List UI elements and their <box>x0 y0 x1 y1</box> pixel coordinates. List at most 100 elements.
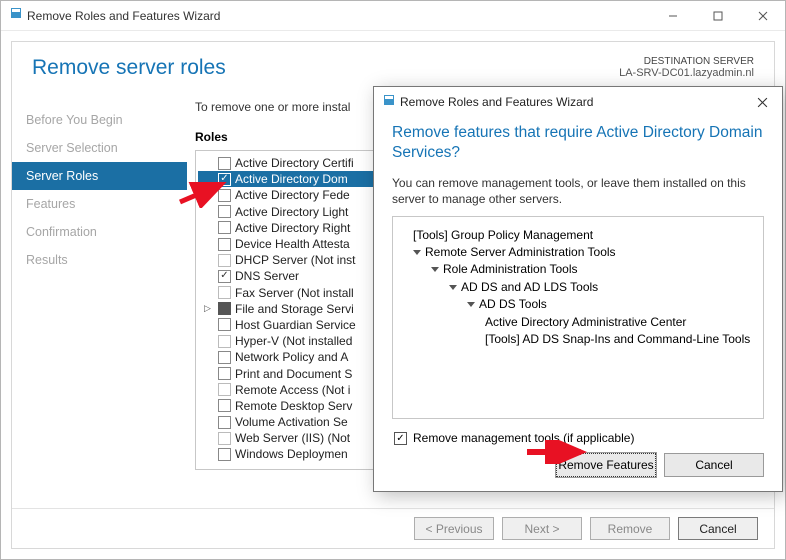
checkbox-icon[interactable] <box>218 286 231 299</box>
tree-item[interactable]: [Tools] AD DS Snap-Ins and Command-Line … <box>403 331 753 348</box>
checkbox-icon[interactable] <box>218 399 231 412</box>
sidebar-item[interactable]: Results <box>12 246 187 274</box>
role-item[interactable]: Print and Document S <box>198 365 387 381</box>
checkbox-icon[interactable] <box>218 302 231 315</box>
role-item[interactable]: Windows Deploymen <box>198 446 387 462</box>
checkbox-icon[interactable] <box>218 432 231 445</box>
tree-item[interactable]: AD DS and AD LDS Tools <box>403 279 753 296</box>
close-button[interactable] <box>740 1 785 30</box>
role-label: Host Guardian Service <box>235 318 356 332</box>
role-item[interactable]: Hyper-V (Not installed <box>198 333 387 349</box>
next-button[interactable]: Next > <box>502 517 582 540</box>
role-item[interactable]: Web Server (IIS) (Not <box>198 430 387 446</box>
cancel-button[interactable]: Cancel <box>678 517 758 540</box>
role-label: Print and Document S <box>235 367 352 381</box>
role-label: Windows Deploymen <box>235 447 348 461</box>
checkbox-icon: ✓ <box>394 432 407 445</box>
role-label: DNS Server <box>235 269 299 283</box>
remove-tools-checkbox[interactable]: ✓ Remove management tools (if applicable… <box>392 419 764 453</box>
tree-item[interactable]: [Tools] Group Policy Management <box>403 227 753 244</box>
checkbox-icon[interactable] <box>218 318 231 331</box>
dialog-close-button[interactable] <box>742 87 782 117</box>
dialog-paragraph: You can remove management tools, or leav… <box>392 175 764 207</box>
role-item[interactable]: Active Directory Right <box>198 220 387 236</box>
minimize-button[interactable] <box>650 1 695 30</box>
checkbox-icon[interactable] <box>218 448 231 461</box>
app-icon <box>9 6 23 25</box>
previous-button[interactable]: < Previous <box>414 517 494 540</box>
role-item[interactable]: Remote Desktop Serv <box>198 398 387 414</box>
role-item[interactable]: Active Directory Fede <box>198 187 387 203</box>
dialog-cancel-button[interactable]: Cancel <box>664 453 764 477</box>
role-label: Active Directory Certifi <box>235 156 354 170</box>
checkbox-icon[interactable] <box>218 416 231 429</box>
role-label: Web Server (IIS) (Not <box>235 431 350 445</box>
sidebar-item[interactable]: Before You Begin <box>12 106 187 134</box>
tree-item[interactable]: Remote Server Administration Tools <box>403 244 753 261</box>
remove-button[interactable]: Remove <box>590 517 670 540</box>
remove-features-button[interactable]: Remove Features <box>556 453 656 477</box>
maximize-button[interactable] <box>695 1 740 30</box>
checkbox-icon[interactable]: ✓ <box>218 270 231 283</box>
role-item[interactable]: ✓ Active Directory Dom <box>198 171 387 187</box>
role-label: File and Storage Servi <box>235 302 354 316</box>
tree-item[interactable]: Role Administration Tools <box>403 261 753 278</box>
role-item[interactable]: Volume Activation Se <box>198 414 387 430</box>
role-item[interactable]: ▷ File and Storage Servi <box>198 301 387 317</box>
title-bar: Remove Roles and Features Wizard <box>1 1 785 31</box>
role-item[interactable]: ✓ DNS Server <box>198 268 387 284</box>
sidebar-item[interactable]: Server Roles <box>12 162 187 190</box>
sidebar-item[interactable]: Confirmation <box>12 218 187 246</box>
features-tree[interactable]: [Tools] Group Policy ManagementRemote Se… <box>392 216 764 419</box>
caret-down-icon <box>431 267 439 272</box>
role-label: Volume Activation Se <box>235 415 348 429</box>
tree-item[interactable]: AD DS Tools <box>403 296 753 313</box>
checkbox-icon[interactable] <box>218 238 231 251</box>
role-item[interactable]: Remote Access (Not i <box>198 382 387 398</box>
role-label: Network Policy and A <box>235 350 348 364</box>
tree-item[interactable]: Active Directory Administrative Center <box>403 314 753 331</box>
role-label: Active Directory Right <box>235 221 350 235</box>
page-title: Remove server roles <box>32 56 226 80</box>
role-label: Fax Server (Not install <box>235 286 354 300</box>
role-item[interactable]: DHCP Server (Not inst <box>198 252 387 268</box>
sidebar-item[interactable]: Features <box>12 190 187 218</box>
checkbox-icon[interactable] <box>218 189 231 202</box>
role-label: DHCP Server (Not inst <box>235 253 355 267</box>
dialog-title-bar: Remove Roles and Features Wizard <box>374 87 782 117</box>
checkbox-icon[interactable] <box>218 367 231 380</box>
role-label: Remote Desktop Serv <box>235 399 352 413</box>
checkbox-icon[interactable] <box>218 157 231 170</box>
window-title: Remove Roles and Features Wizard <box>27 9 220 23</box>
caret-down-icon <box>413 250 421 255</box>
checkbox-icon[interactable] <box>218 351 231 364</box>
role-label: Active Directory Light <box>235 205 348 219</box>
role-item[interactable]: Device Health Attesta <box>198 236 387 252</box>
role-item[interactable]: Active Directory Light <box>198 204 387 220</box>
sidebar: Before You BeginServer SelectionServer R… <box>12 100 187 508</box>
caret-down-icon <box>449 285 457 290</box>
expand-icon[interactable]: ▷ <box>204 303 214 314</box>
checkbox-icon[interactable] <box>218 335 231 348</box>
checkbox-icon[interactable] <box>218 221 231 234</box>
role-label: Hyper-V (Not installed <box>235 334 352 348</box>
sidebar-item[interactable]: Server Selection <box>12 134 187 162</box>
remove-features-dialog: Remove Roles and Features Wizard Remove … <box>373 86 783 492</box>
checkbox-icon[interactable] <box>218 205 231 218</box>
checkbox-icon[interactable]: ✓ <box>218 173 231 186</box>
role-item[interactable]: Fax Server (Not install <box>198 285 387 301</box>
role-label: Remote Access (Not i <box>235 383 350 397</box>
dialog-app-icon <box>382 93 396 112</box>
role-label: Active Directory Fede <box>235 188 350 202</box>
role-item[interactable]: Host Guardian Service <box>198 317 387 333</box>
role-label: Device Health Attesta <box>235 237 350 251</box>
dialog-title: Remove Roles and Features Wizard <box>400 95 593 109</box>
role-item[interactable]: Active Directory Certifi <box>198 155 387 171</box>
wizard-buttons: < Previous Next > Remove Cancel <box>12 508 774 548</box>
destination-info: DESTINATION SERVER LA-SRV-DC01.lazyadmin… <box>619 56 754 80</box>
checkbox-icon[interactable] <box>218 383 231 396</box>
checkbox-icon[interactable] <box>218 254 231 267</box>
role-item[interactable]: Network Policy and A <box>198 349 387 365</box>
role-label: Active Directory Dom <box>235 172 348 186</box>
roles-list[interactable]: Active Directory Certifi ✓ Active Director… <box>195 150 390 470</box>
